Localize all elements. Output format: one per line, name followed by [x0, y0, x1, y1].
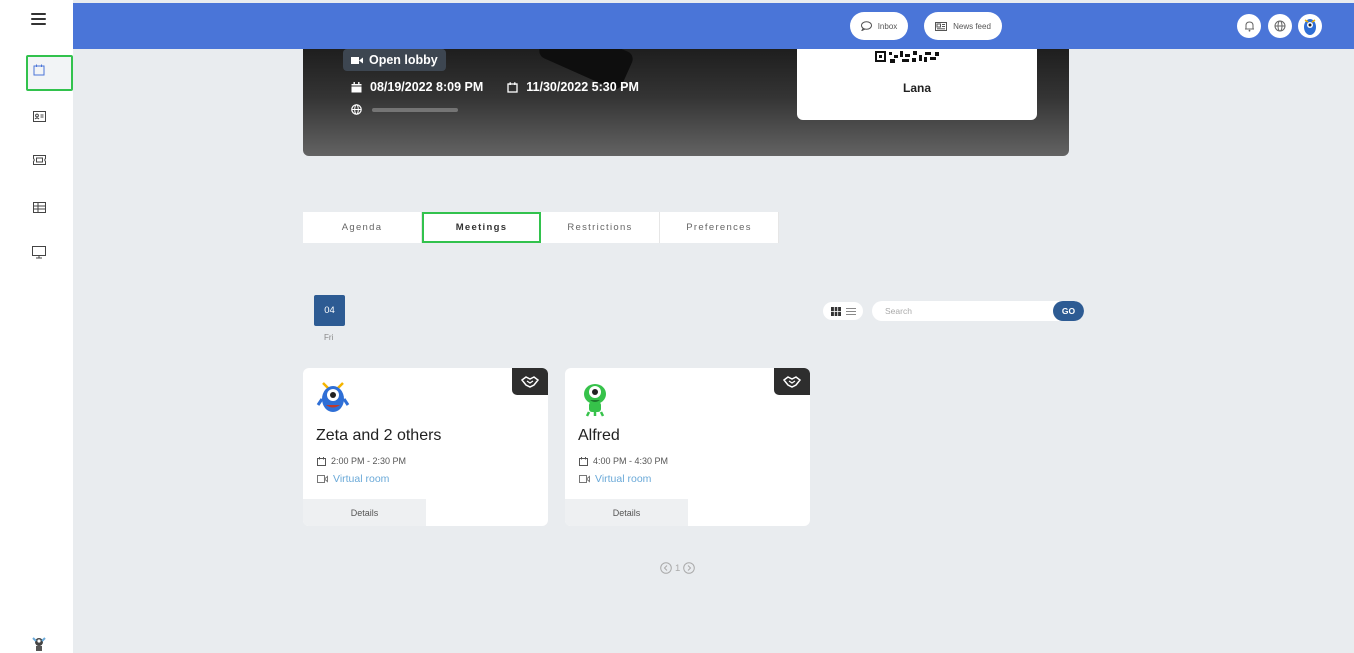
calendar-icon [507, 81, 518, 93]
tab-agenda[interactable]: Agenda [303, 212, 422, 243]
meeting-time: 2:00 PM - 2:30 PM [317, 456, 406, 466]
meeting-room-link[interactable]: Virtual room [579, 473, 651, 485]
qr-code-icon [873, 49, 943, 65]
search-bar: GO [872, 301, 1084, 321]
video-camera-icon [317, 475, 328, 483]
list-view-icon[interactable] [845, 307, 856, 316]
ticket-icon [32, 155, 46, 165]
bell-icon [1244, 21, 1254, 32]
language-button[interactable] [1268, 14, 1292, 38]
globe-icon [1274, 20, 1286, 32]
host-card: Lana [797, 49, 1037, 120]
notifications-button[interactable] [1237, 14, 1261, 38]
tab-restrictions[interactable]: Restrictions [541, 212, 660, 243]
news-feed-button[interactable]: News feed [924, 12, 1002, 40]
video-camera-icon [579, 475, 590, 483]
news-feed-label: News feed [953, 21, 991, 31]
contact-card-icon [32, 110, 46, 122]
event-end-date: 11/30/2022 5:30 PM [526, 80, 639, 94]
inbox-button[interactable]: Inbox [850, 12, 908, 40]
sidebar-item-tickets[interactable] [30, 152, 48, 168]
meeting-title: Alfred [578, 427, 620, 444]
user-avatar[interactable] [1298, 14, 1322, 38]
green-monster-avatar-icon [584, 384, 606, 417]
meeting-time-text: 2:00 PM - 2:30 PM [331, 456, 407, 466]
date-chip[interactable]: 04 [314, 295, 345, 326]
current-page[interactable]: 1 [675, 563, 680, 574]
tab-bar: Agenda Meetings Restrictions Preferences [303, 212, 779, 243]
pagination: 1 [660, 562, 696, 574]
sidebar-item-table[interactable] [30, 199, 48, 215]
handshake-icon [783, 375, 801, 388]
handshake-icon [521, 375, 539, 388]
avatar-monster-icon [1304, 19, 1316, 35]
details-button[interactable]: Details [303, 499, 426, 526]
event-start-date: 08/19/2022 8:09 PM [370, 80, 484, 94]
monitor-icon [32, 245, 46, 258]
next-page-icon[interactable] [683, 562, 696, 574]
date-weekday: Fri [324, 333, 334, 342]
mascot-logo-icon [32, 637, 46, 651]
search-input[interactable] [872, 301, 1053, 321]
meeting-time: 4:00 PM - 4:30 PM [579, 456, 668, 466]
open-lobby-button[interactable]: Open lobby [343, 49, 446, 71]
calendar-filled-icon [351, 81, 362, 92]
calendar-icon [33, 64, 45, 76]
grid-view-icon[interactable] [830, 306, 841, 316]
sidebar-item-calendar[interactable] [30, 62, 48, 78]
meeting-card[interactable]: Zeta and 2 others 2:00 PM - 2:30 PM Virt… [303, 368, 548, 526]
meeting-time-text: 4:00 PM - 4:30 PM [593, 456, 669, 466]
newspaper-icon [935, 21, 948, 31]
event-hero-banner: Open lobby 08/19/2022 8:09 PM 11/30/2022… [303, 49, 1069, 156]
tab-preferences[interactable]: Preferences [660, 212, 779, 243]
host-name: Lana [902, 81, 931, 95]
blue-monster-avatar-icon [316, 382, 350, 412]
event-location [351, 104, 458, 115]
meeting-room-link[interactable]: Virtual room [317, 473, 389, 485]
chat-bubble-icon [860, 21, 872, 31]
inbox-label: Inbox [877, 21, 898, 31]
open-lobby-label: Open lobby [369, 53, 438, 67]
meeting-room-text: Virtual room [595, 473, 652, 485]
handshake-badge [774, 368, 810, 395]
view-toggle [823, 302, 863, 320]
handshake-badge [512, 368, 548, 395]
calendar-icon [317, 456, 326, 466]
event-dates: 08/19/2022 8:09 PM 11/30/2022 5:30 PM [351, 80, 663, 94]
left-sidebar [0, 0, 73, 653]
prev-page-icon[interactable] [660, 562, 672, 574]
calendar-icon [579, 456, 588, 466]
details-button[interactable]: Details [565, 499, 688, 526]
search-go-button[interactable]: GO [1053, 301, 1084, 321]
sidebar-item-contacts[interactable] [30, 108, 48, 124]
hamburger-menu-icon[interactable] [31, 13, 46, 28]
tab-meetings[interactable]: Meetings [422, 212, 541, 243]
meeting-title: Zeta and 2 others [316, 427, 442, 444]
globe-icon [351, 104, 362, 115]
top-navigation-bar: Inbox News feed [73, 3, 1354, 49]
sidebar-item-monitor[interactable] [30, 244, 48, 260]
meeting-card[interactable]: Alfred 4:00 PM - 4:30 PM Virtual room De… [565, 368, 810, 526]
meeting-room-text: Virtual room [333, 473, 390, 485]
video-camera-icon [351, 56, 363, 64]
redacted-location [372, 107, 458, 112]
table-icon [32, 201, 46, 213]
